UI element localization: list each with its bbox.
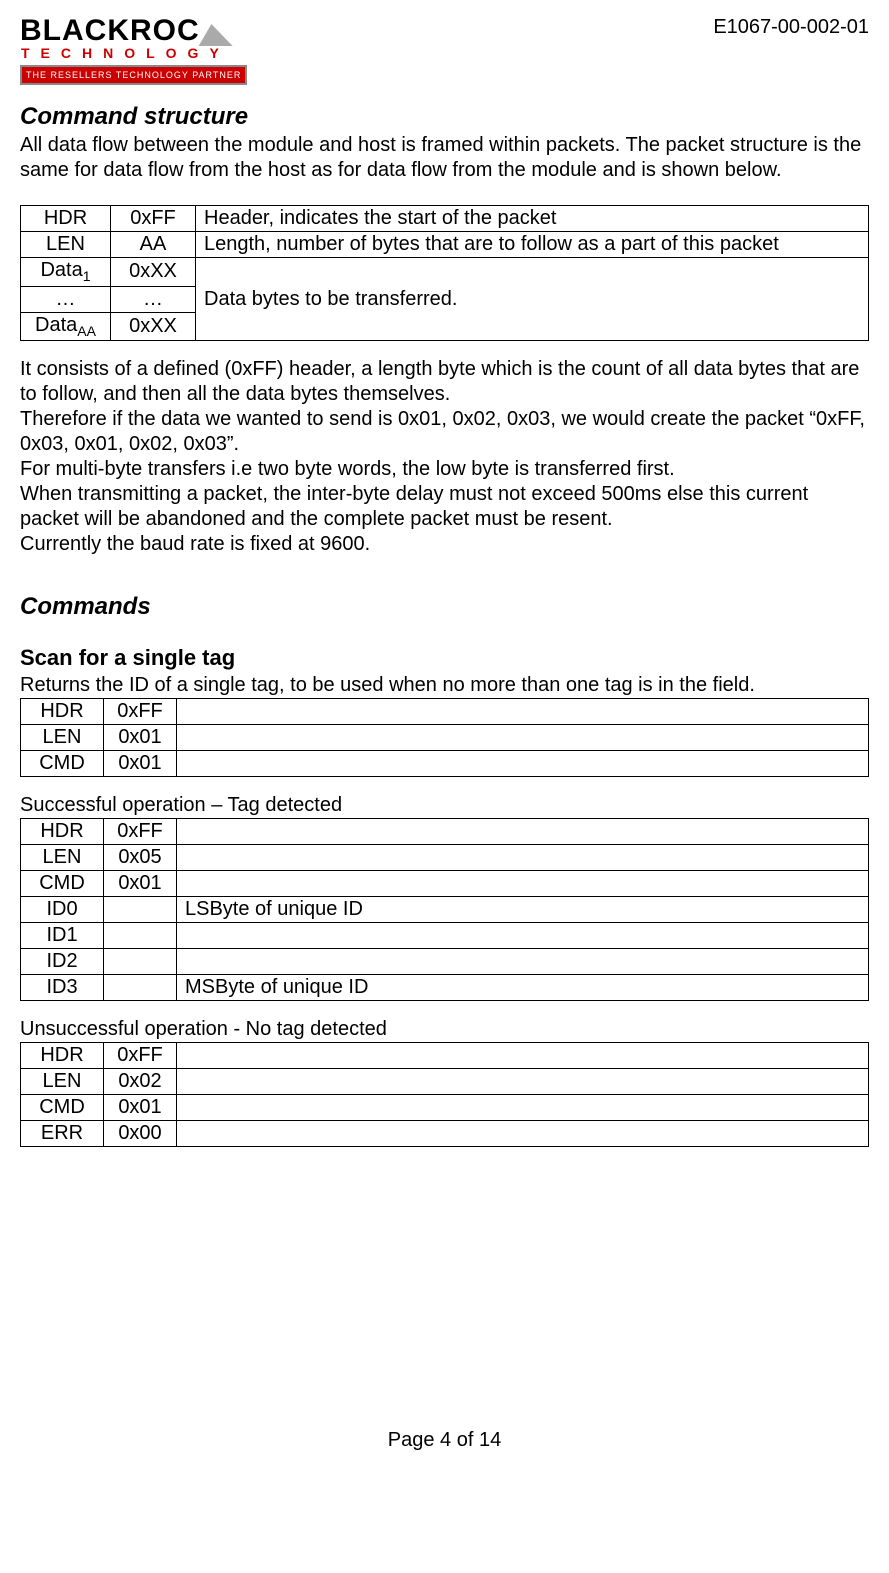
packet-structure-table: HDR 0xFF Header, indicates the start of … [20, 205, 869, 341]
cell-desc [177, 1095, 869, 1121]
cell-value: 0xFF [104, 819, 177, 845]
cell-desc [177, 1043, 869, 1069]
table-row: LEN0x05 [21, 845, 869, 871]
cell-field: LEN [21, 845, 104, 871]
cell-value [104, 949, 177, 975]
cell-desc [177, 871, 869, 897]
cell-desc [177, 819, 869, 845]
table-row: ID1 [21, 923, 869, 949]
cell-field: HDR [21, 699, 104, 725]
cell-field: HDR [21, 819, 104, 845]
cell-value: 0xFF [104, 699, 177, 725]
cell-field: LEN [21, 725, 104, 751]
cell-value: 0x02 [104, 1069, 177, 1095]
logo-text-sub: TECHNOLOGY [20, 45, 278, 61]
cell-field: LEN [21, 1069, 104, 1095]
cell-desc: Header, indicates the start of the packe… [196, 206, 869, 232]
body-text: Therefore if the data we wanted to send … [20, 407, 869, 457]
cell-field: CMD [21, 751, 104, 777]
explanation-paragraphs: It consists of a defined (0xFF) header, … [20, 357, 869, 557]
table-row: Data1 0xXX Data bytes to be transferred. [21, 258, 869, 287]
subsection-scan-single-tag: Scan for a single tag [20, 645, 869, 671]
cell-desc: MSByte of unique ID [177, 975, 869, 1001]
table-row: HDR0xFF [21, 819, 869, 845]
cell-field: … [21, 286, 111, 312]
command-table: HDR 0xFF LEN 0x01 CMD 0x01 [20, 698, 869, 777]
table-row: CMD0x01 [21, 871, 869, 897]
table-row: HDR0xFF [21, 1043, 869, 1069]
response-fail-table: HDR0xFF LEN0x02 CMD0x01 ERR0x00 [20, 1042, 869, 1147]
cell-desc [177, 923, 869, 949]
section-command-structure-title: Command structure [20, 103, 869, 131]
page-footer: Page 4 of 14 [20, 1429, 869, 1452]
table-row: HDR 0xFF Header, indicates the start of … [21, 206, 869, 232]
cell-value [104, 897, 177, 923]
cell-desc [177, 1069, 869, 1095]
cell-value: 0x05 [104, 845, 177, 871]
cell-value: 0x00 [104, 1121, 177, 1147]
cell-desc: Data bytes to be transferred. [196, 258, 869, 341]
table-row: LEN 0x01 [21, 725, 869, 751]
section-intro: All data flow between the module and hos… [20, 133, 869, 183]
cell-value: 0x01 [104, 725, 177, 751]
cell-value [104, 923, 177, 949]
cell-value: 0x01 [104, 751, 177, 777]
cell-field: Data1 [21, 258, 111, 287]
cell-field: LEN [21, 232, 111, 258]
cell-field: ID2 [21, 949, 104, 975]
cell-value: 0xXX [111, 312, 196, 341]
company-logo: BLACKROC TECHNOLOGY THE RESELLERS TECHNO… [20, 16, 278, 85]
logo-tagline: THE RESELLERS TECHNOLOGY PARTNER [20, 65, 247, 85]
cell-desc [177, 949, 869, 975]
table-row: ID3 MSByte of unique ID [21, 975, 869, 1001]
cell-value: … [111, 286, 196, 312]
cell-value: 0xXX [111, 258, 196, 287]
body-text: Currently the baud rate is fixed at 9600… [20, 532, 869, 557]
subsection-intro: Returns the ID of a single tag, to be us… [20, 673, 869, 698]
cell-field: ERR [21, 1121, 104, 1147]
cell-field: CMD [21, 1095, 104, 1121]
cell-desc [177, 725, 869, 751]
cell-value: 0xFF [111, 206, 196, 232]
document-id: E1067-00-002-01 [713, 16, 869, 39]
table-row: HDR 0xFF [21, 699, 869, 725]
body-text: For multi-byte transfers i.e two byte wo… [20, 457, 869, 482]
section-commands-title: Commands [20, 593, 869, 621]
table-row: CMD 0x01 [21, 751, 869, 777]
response-success-table: HDR0xFF LEN0x05 CMD0x01 ID0 LSByte of uni… [20, 818, 869, 1001]
table-row: LEN0x02 [21, 1069, 869, 1095]
cell-value: 0x01 [104, 1095, 177, 1121]
table-row: LEN AA Length, number of bytes that are … [21, 232, 869, 258]
table-row: CMD0x01 [21, 1095, 869, 1121]
cell-field: HDR [21, 1043, 104, 1069]
cell-field: HDR [21, 206, 111, 232]
cell-field: ID3 [21, 975, 104, 1001]
cell-value: 0x01 [104, 871, 177, 897]
cell-desc [177, 1121, 869, 1147]
table-row: ERR0x00 [21, 1121, 869, 1147]
cell-desc: LSByte of unique ID [177, 897, 869, 923]
cell-desc [177, 751, 869, 777]
cell-desc [177, 699, 869, 725]
cell-value: AA [111, 232, 196, 258]
table-row: ID2 [21, 949, 869, 975]
body-text: When transmitting a packet, the inter-by… [20, 482, 869, 532]
logo-text-main: BLACKROC [20, 16, 200, 46]
cell-field: ID0 [21, 897, 104, 923]
table-row: ID0 LSByte of unique ID [21, 897, 869, 923]
page-header: BLACKROC TECHNOLOGY THE RESELLERS TECHNO… [20, 16, 869, 85]
response-success-label: Successful operation – Tag detected [20, 793, 869, 818]
cell-field: ID1 [21, 923, 104, 949]
logo-arrow-icon [198, 24, 245, 46]
cell-field: DataAA [21, 312, 111, 341]
cell-value: 0xFF [104, 1043, 177, 1069]
response-fail-label: Unsuccessful operation - No tag detected [20, 1017, 869, 1042]
cell-desc [177, 845, 869, 871]
body-text: It consists of a defined (0xFF) header, … [20, 357, 869, 407]
cell-desc: Length, number of bytes that are to foll… [196, 232, 869, 258]
cell-field: CMD [21, 871, 104, 897]
cell-value [104, 975, 177, 1001]
